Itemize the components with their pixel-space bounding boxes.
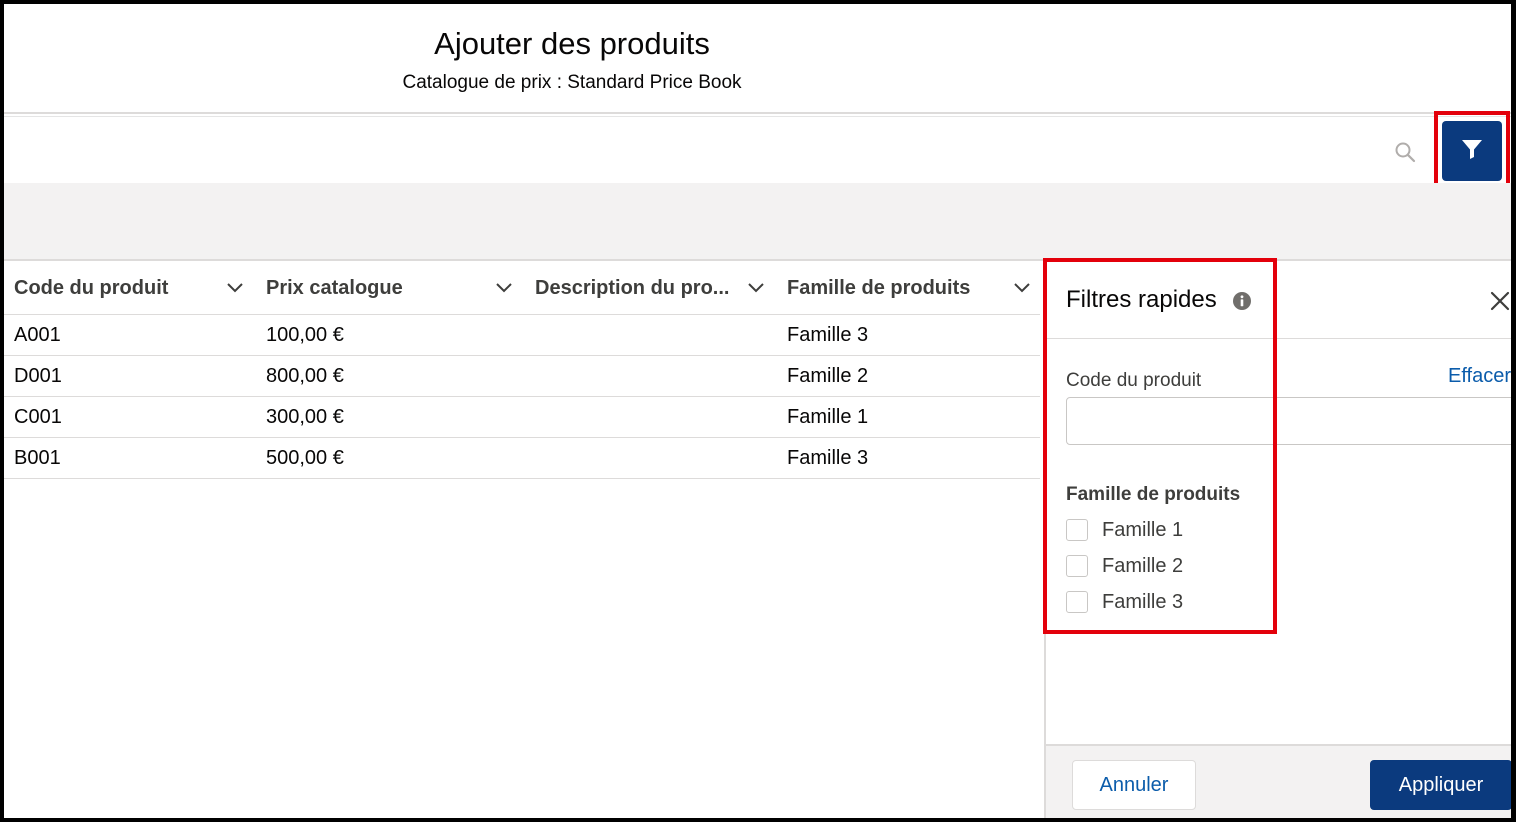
products-table: Code du produit Prix catalogue Descripti… xyxy=(4,262,1040,479)
checkbox[interactable] xyxy=(1066,555,1088,577)
filter-icon xyxy=(1461,138,1483,165)
cell-family: Famille 3 xyxy=(787,324,869,346)
panel-title: Filtres rapides xyxy=(1066,286,1217,313)
chevron-down-icon[interactable] xyxy=(1013,280,1031,294)
cell-family: Famille 2 xyxy=(787,365,869,387)
quick-filters-panel: Filtres rapides Code du produit Effacer … xyxy=(1044,262,1511,818)
cell-family: Famille 3 xyxy=(787,447,869,469)
clear-link[interactable]: Effacer xyxy=(1448,365,1511,388)
column-label: Code du produit xyxy=(14,276,169,299)
search-icon xyxy=(1394,141,1416,163)
info-icon[interactable] xyxy=(1232,291,1252,316)
checkbox-label: Famille 3 xyxy=(1102,590,1184,613)
toolbar-band xyxy=(4,183,1511,261)
family-option-2[interactable]: Famille 2 xyxy=(1066,553,1183,579)
family-option-3[interactable]: Famille 3 xyxy=(1066,589,1183,615)
cell-price: 300,00 € xyxy=(266,406,344,428)
family-field-label: Famille de produits xyxy=(1066,484,1241,505)
search-bar xyxy=(4,116,1511,184)
column-label: Famille de produits xyxy=(787,276,971,299)
column-header-price[interactable]: Prix catalogue xyxy=(266,262,526,314)
column-label: Prix catalogue xyxy=(266,276,403,299)
chevron-down-icon[interactable] xyxy=(495,280,513,294)
column-header-description[interactable]: Description du pro... xyxy=(535,262,775,314)
table-row[interactable]: A001 100,00 € Famille 3 xyxy=(4,315,1040,356)
price-book-subtitle: Catalogue de prix : Standard Price Book xyxy=(402,72,742,93)
chevron-down-icon[interactable] xyxy=(226,280,244,294)
add-products-modal: Ajouter des produits Catalogue de prix :… xyxy=(0,0,1516,822)
apply-button[interactable]: Appliquer xyxy=(1370,760,1511,810)
chevron-down-icon[interactable] xyxy=(747,280,765,294)
table-row[interactable]: D001 800,00 € Famille 2 xyxy=(4,356,1040,397)
cell-price: 100,00 € xyxy=(266,324,344,346)
cell-price: 800,00 € xyxy=(266,365,344,387)
checkbox-label: Famille 2 xyxy=(1102,554,1184,577)
code-filter-input[interactable] xyxy=(1066,397,1511,445)
close-icon[interactable] xyxy=(1489,290,1511,317)
cell-code: D001 xyxy=(14,365,62,387)
cell-code: C001 xyxy=(14,406,62,428)
column-header-family[interactable]: Famille de produits xyxy=(787,262,1037,314)
panel-footer: Annuler Appliquer xyxy=(1046,744,1511,818)
checkbox-label: Famille 1 xyxy=(1102,518,1184,541)
table-header: Code du produit Prix catalogue Descripti… xyxy=(4,262,1040,315)
panel-header: Filtres rapides xyxy=(1046,262,1511,339)
column-label: Description du pro... xyxy=(535,276,730,299)
cell-code: A001 xyxy=(14,324,61,346)
checkbox[interactable] xyxy=(1066,519,1088,541)
cell-price: 500,00 € xyxy=(266,447,344,469)
filter-button[interactable] xyxy=(1442,121,1502,181)
cell-family: Famille 1 xyxy=(787,406,869,428)
column-header-code[interactable]: Code du produit xyxy=(14,262,254,314)
cell-code: B001 xyxy=(14,447,61,469)
modal-header: Ajouter des produits Catalogue de prix :… xyxy=(4,4,1511,114)
checkbox[interactable] xyxy=(1066,591,1088,613)
page-title: Ajouter des produits xyxy=(434,26,710,61)
table-row[interactable]: C001 300,00 € Famille 1 xyxy=(4,397,1040,438)
code-field-label: Code du produit xyxy=(1066,370,1202,391)
search-input[interactable] xyxy=(4,125,1438,179)
table-row[interactable]: B001 500,00 € Famille 3 xyxy=(4,438,1040,479)
family-option-1[interactable]: Famille 1 xyxy=(1066,517,1183,543)
cancel-button[interactable]: Annuler xyxy=(1072,760,1196,810)
